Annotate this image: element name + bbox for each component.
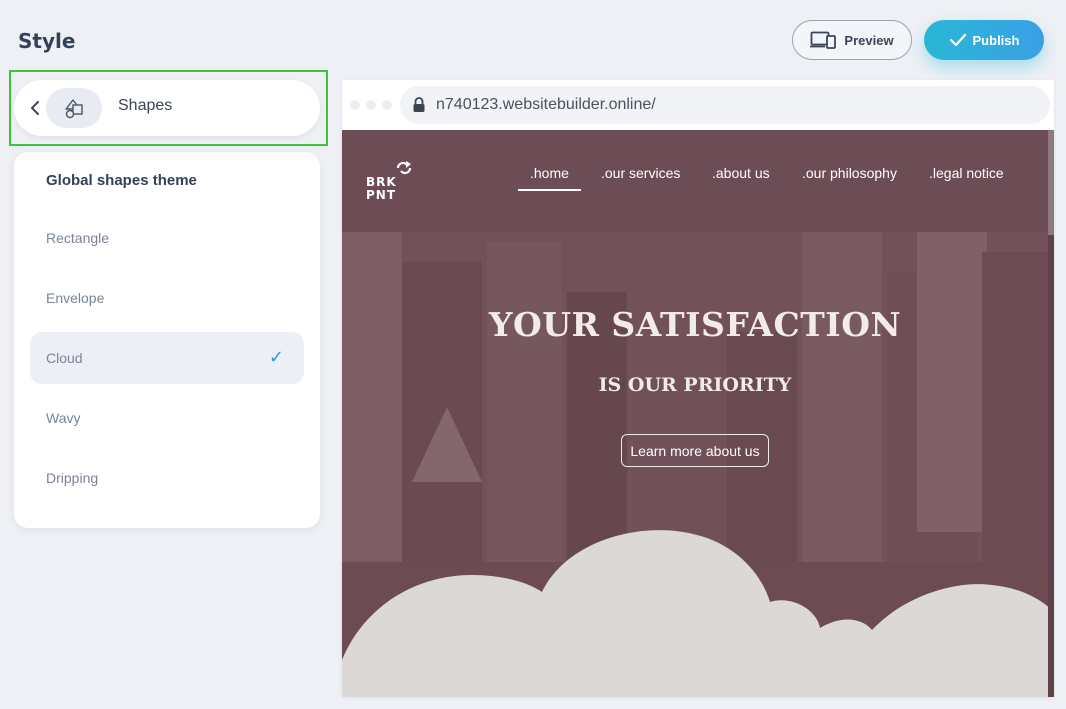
window-dot	[350, 100, 360, 110]
lock-icon	[413, 97, 425, 112]
option-label: Envelope	[46, 290, 105, 306]
nav-our-services[interactable]: .our services	[601, 165, 680, 181]
logo-line: PNT	[366, 188, 397, 202]
checkmark-icon: ✓	[268, 347, 284, 368]
scrollbar-thumb[interactable]	[1048, 130, 1054, 235]
nav-home[interactable]: .home	[530, 165, 569, 181]
address-bar: n740123.websitebuilder.online/	[400, 86, 1050, 124]
publish-button[interactable]: Publish	[924, 20, 1044, 60]
option-cloud[interactable]: Cloud ✓	[30, 332, 304, 384]
option-label: Dripping	[46, 470, 99, 486]
checkmark-icon	[949, 33, 966, 47]
hero-title: YOUR SATISFACTION	[488, 305, 902, 344]
shapes-options-panel: Global shapes theme Rectangle Envelope C…	[14, 152, 320, 528]
publish-button-label: Publish	[972, 32, 1020, 48]
preview-scrollbar[interactable]	[1048, 130, 1054, 697]
shapes-icon	[65, 99, 83, 119]
site-logo: BRK PNT	[366, 161, 416, 206]
option-envelope[interactable]: Envelope	[30, 272, 304, 324]
window-dot	[366, 100, 376, 110]
active-nav-indicator	[518, 189, 581, 191]
option-label: Wavy	[46, 410, 81, 426]
panel-heading: Global shapes theme	[46, 172, 197, 189]
refresh-logo-icon	[396, 161, 412, 175]
window-dot	[382, 100, 392, 110]
preview-button-label: Preview	[844, 32, 894, 48]
chevron-left-icon	[31, 101, 39, 115]
site-navbar: BRK PNT .home .our services .about us .o…	[342, 130, 1054, 232]
option-rectangle[interactable]: Rectangle	[30, 212, 304, 264]
option-dripping[interactable]: Dripping	[30, 452, 304, 504]
option-label: Rectangle	[46, 230, 110, 246]
option-wavy[interactable]: Wavy	[30, 392, 304, 444]
cloud-shape-divider	[342, 530, 1054, 697]
nav-legal-notice[interactable]: .legal notice	[929, 165, 1004, 181]
preview-button[interactable]: Preview	[792, 20, 912, 60]
devices-icon	[810, 31, 837, 49]
site-page: BRK PNT .home .our services .about us .o…	[342, 130, 1054, 697]
option-label: Cloud	[46, 350, 83, 366]
shapes-icon-badge	[46, 88, 102, 128]
logo-text: BRK PNT	[366, 176, 397, 202]
learn-more-button[interactable]: Learn more about us	[621, 434, 769, 467]
nav-our-philosophy[interactable]: .our philosophy	[802, 165, 897, 181]
browser-bar: n740123.websitebuilder.online/	[342, 80, 1054, 130]
site-preview: n740123.websitebuilder.online/ BRK PNT .…	[342, 80, 1054, 697]
back-button[interactable]	[28, 96, 42, 120]
nav-about-us[interactable]: .about us	[712, 165, 770, 181]
url-text: n740123.websitebuilder.online/	[436, 96, 656, 113]
shapes-title: Shapes	[118, 97, 173, 114]
hero-subtitle: IS OUR PRIORITY	[598, 374, 792, 396]
page-title: Style	[18, 29, 76, 53]
